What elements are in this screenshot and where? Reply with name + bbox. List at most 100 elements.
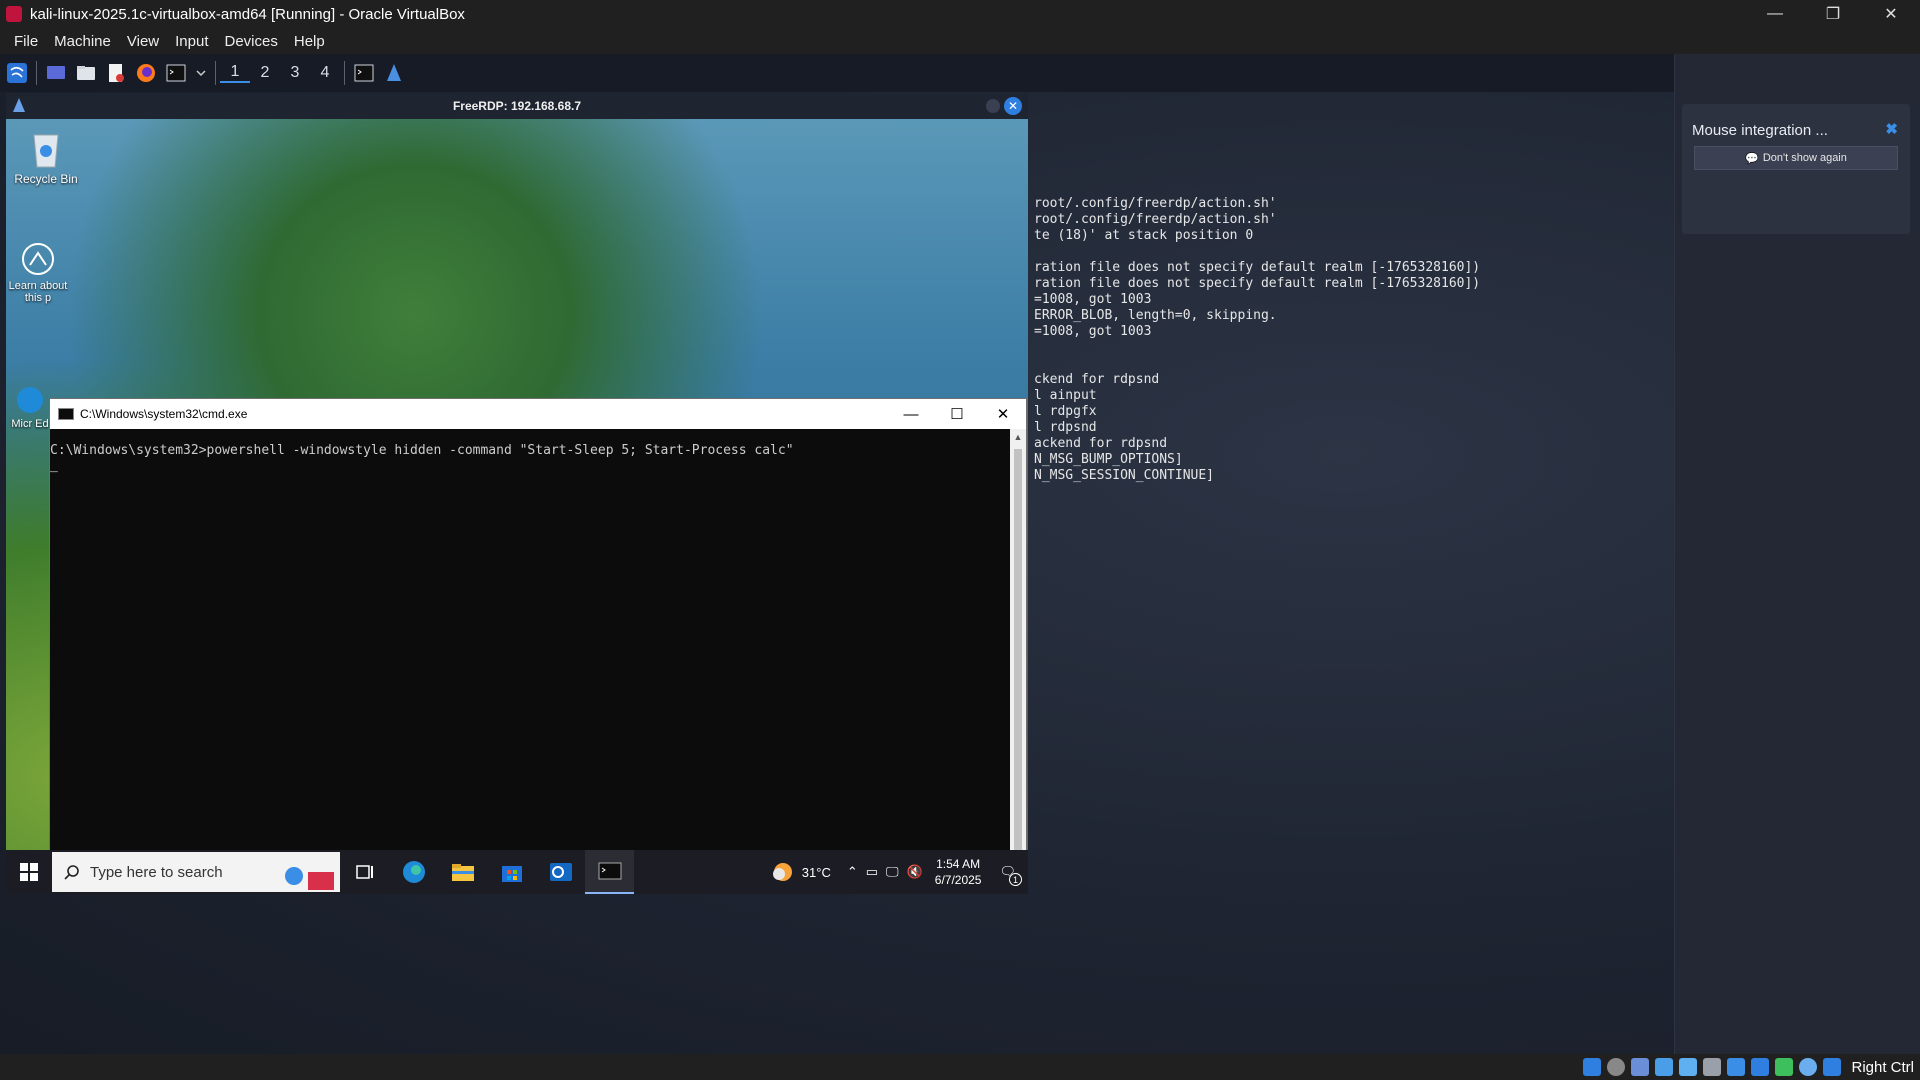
search-highlight-illustration-icon <box>285 867 334 890</box>
cmd-minimize-button[interactable]: — <box>888 399 934 429</box>
weather-icon[interactable] <box>770 860 796 884</box>
desktop-icon-edge[interactable]: Micr Ed <box>8 385 52 430</box>
chevron-down-icon[interactable] <box>195 62 207 84</box>
freerdp-minimize-button[interactable] <box>986 99 1000 113</box>
taskbar-outlook-button[interactable] <box>536 850 585 894</box>
host-key-label: Right Ctrl <box>1851 1058 1914 1076</box>
minimize-button[interactable]: — <box>1746 0 1804 28</box>
cmd-app-icon <box>58 408 74 420</box>
task-view-icon <box>355 865 373 879</box>
windows-taskbar: Type here to search 31°C ⌃ ▭ 🖵 🔇 1:54 AM… <box>6 850 1028 894</box>
taskbar-file-explorer-button[interactable] <box>438 850 487 894</box>
menu-file[interactable]: File <box>6 33 46 50</box>
menu-devices[interactable]: Devices <box>217 33 286 50</box>
audio-icon[interactable] <box>1631 1058 1650 1076</box>
taskbar-search-box[interactable]: Type here to search <box>52 852 340 892</box>
panel-separator <box>36 61 37 85</box>
restore-button[interactable]: ❐ <box>1804 0 1862 28</box>
taskbar-edge-button[interactable] <box>389 850 438 894</box>
edge-icon <box>17 387 43 413</box>
terminal-line: ackend for rdpsnd <box>1034 436 1168 451</box>
freerdp-close-button[interactable]: ✕ <box>1004 97 1022 115</box>
taskbar-store-button[interactable] <box>487 850 536 894</box>
scroll-thumb[interactable] <box>1014 449 1022 889</box>
mouse-integration-icon[interactable] <box>1799 1058 1818 1076</box>
cmd-scrollbar[interactable]: ▲ ▼ <box>1010 429 1026 894</box>
workspace-2[interactable]: 2 <box>250 64 280 82</box>
cmd-maximize-button[interactable]: ☐ <box>934 399 980 429</box>
tray-overflow-chevron-icon[interactable]: ⌃ <box>847 864 858 880</box>
cmd-cursor: _ <box>50 458 58 473</box>
kali-menu-icon[interactable] <box>6 62 28 84</box>
hard-disk-icon[interactable] <box>1583 1058 1602 1076</box>
menu-machine[interactable]: Machine <box>46 33 119 50</box>
keyboard-capture-icon[interactable] <box>1823 1058 1842 1076</box>
mouse-integration-notification: Mouse integration ... ✖ 💬 Don't show aga… <box>1682 104 1910 234</box>
text-editor-icon[interactable] <box>105 62 127 84</box>
action-center-button[interactable]: 🗨 1 <box>999 864 1022 886</box>
workspace-4[interactable]: 4 <box>310 64 340 82</box>
window-titlebar: kali-linux-2025.1c-virtualbox-amd64 [Run… <box>0 0 1920 28</box>
cmd-window[interactable]: C:\Windows\system32\cmd.exe — ☐ ✕ C:\Win… <box>49 398 1027 894</box>
outlook-icon <box>549 863 572 881</box>
clock-time: 1:54 AM <box>936 857 981 871</box>
start-button[interactable] <box>6 850 52 894</box>
taskbar-cmd-button[interactable] <box>585 850 634 894</box>
weather-temperature[interactable]: 31°C <box>802 865 831 880</box>
terminal-line: N_MSG_SESSION_CONTINUE] <box>1034 468 1215 483</box>
desktop-show-icon[interactable] <box>45 62 67 84</box>
terminal-window-icon[interactable] <box>353 62 375 84</box>
terminal-line: ERROR_BLOB, length=0, skipping. <box>1034 308 1277 323</box>
panel-separator <box>344 61 345 85</box>
display-icon[interactable] <box>1727 1058 1746 1076</box>
terminal-line: l ainput <box>1034 388 1097 403</box>
firefox-icon[interactable] <box>135 62 157 84</box>
terminal-line: ckend for rdpsnd <box>1034 372 1160 387</box>
terminal-line: ration file does not specify default rea… <box>1034 260 1481 275</box>
optical-drive-icon[interactable] <box>1607 1058 1626 1076</box>
dont-show-again-label: Don't show again <box>1762 152 1847 164</box>
notification-close-icon[interactable]: ✖ <box>1885 120 1898 138</box>
terminal-line: N_MSG_BUMP_OPTIONS] <box>1034 452 1183 467</box>
network-adapter-icon[interactable] <box>1655 1058 1674 1076</box>
file-manager-icon[interactable] <box>75 62 97 84</box>
shared-folders-icon[interactable] <box>1703 1058 1722 1076</box>
task-view-button[interactable] <box>340 850 389 894</box>
desktop-icon-recycle-bin[interactable]: Recycle Bin <box>8 127 84 186</box>
volume-muted-icon[interactable]: 🔇 <box>907 864 923 880</box>
battery-icon[interactable]: ▭ <box>866 864 878 880</box>
store-icon <box>501 866 522 882</box>
windows-desktop[interactable]: Recycle Bin Learn about this p Micr Ed C… <box>6 119 1028 894</box>
desktop-icon-learn[interactable]: Learn about this p <box>8 241 68 304</box>
file-explorer-icon <box>451 864 474 881</box>
clock[interactable]: 1:54 AM 6/7/2025 <box>935 856 982 888</box>
terminal-icon[interactable] <box>165 62 187 84</box>
dont-show-again-button[interactable]: 💬 Don't show again <box>1694 146 1898 170</box>
cpu-activity-icon[interactable] <box>1775 1058 1794 1076</box>
menu-bar: File Machine View Input Devices Help <box>0 28 1920 54</box>
network-icon[interactable]: 🖵 <box>886 864 899 880</box>
recording-icon[interactable] <box>1751 1058 1770 1076</box>
usb-icon[interactable] <box>1679 1058 1698 1076</box>
cmd-close-button[interactable]: ✕ <box>980 399 1026 429</box>
panel-separator <box>215 61 216 85</box>
learn-about-picture-icon <box>22 243 54 275</box>
freerdp-window-icon[interactable] <box>383 62 405 84</box>
clock-date: 6/7/2025 <box>934 873 982 887</box>
freerdp-titlebar[interactable]: FreeRDP: 192.168.68.7 ✕ <box>6 93 1028 119</box>
kali-top-panel: 1 2 3 4 <box>0 54 1920 92</box>
menu-help[interactable]: Help <box>286 33 333 50</box>
vbox-statusbar: Right Ctrl <box>0 1054 1920 1080</box>
cmd-titlebar[interactable]: C:\Windows\system32\cmd.exe — ☐ ✕ <box>50 399 1026 429</box>
close-button[interactable]: ✕ <box>1862 0 1920 28</box>
cmd-console[interactable]: C:\Windows\system32>powershell -windowst… <box>50 429 1008 894</box>
guest-display[interactable]: 1 2 3 4 root/.config/freerdp/action.sh' r… <box>0 54 1920 1054</box>
virtualbox-app-icon <box>6 6 22 22</box>
window-title: kali-linux-2025.1c-virtualbox-amd64 [Run… <box>30 5 465 23</box>
workspace-1[interactable]: 1 <box>220 63 250 83</box>
scroll-up-arrow-icon[interactable]: ▲ <box>1010 429 1026 445</box>
menu-input[interactable]: Input <box>167 33 216 50</box>
menu-view[interactable]: View <box>119 33 167 50</box>
workspace-3[interactable]: 3 <box>280 64 310 82</box>
